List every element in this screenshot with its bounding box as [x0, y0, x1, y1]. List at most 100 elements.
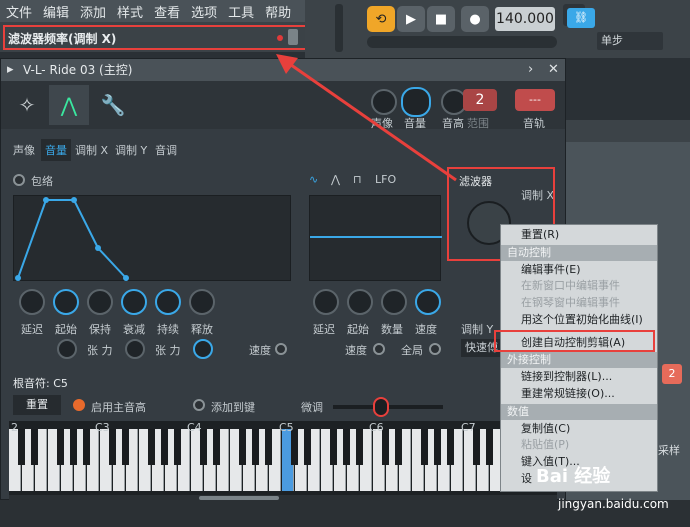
wrench-tab-icon[interactable]: 🔧 [93, 85, 133, 125]
black-key[interactable] [291, 429, 298, 465]
menu-edit-events[interactable]: 编辑事件(E) [501, 262, 657, 279]
black-key[interactable] [252, 429, 259, 465]
tension1-knob[interactable] [57, 339, 77, 359]
env-hold-label: 保持 [89, 323, 111, 336]
black-key[interactable] [239, 429, 246, 465]
env-attack-label: 起始 [55, 323, 77, 336]
black-key[interactable] [356, 429, 363, 465]
master-volume-slider[interactable] [335, 4, 343, 52]
menu-add[interactable]: 添加 [80, 2, 106, 21]
env-release-knob[interactable] [189, 289, 215, 315]
black-key[interactable] [382, 429, 389, 465]
subtab-volume[interactable]: 音量 [41, 139, 71, 161]
play-button[interactable]: ▶ [397, 6, 425, 32]
black-key[interactable] [330, 429, 337, 465]
black-key[interactable] [213, 429, 220, 465]
black-key[interactable] [343, 429, 350, 465]
track-display[interactable]: --- [515, 89, 555, 111]
menu-edit[interactable]: 编辑 [43, 2, 69, 21]
lfo-speed2-label: 速度 [345, 344, 367, 357]
lfo-delay-knob[interactable] [313, 289, 339, 315]
stop-button[interactable]: ■ [427, 6, 455, 32]
black-key[interactable] [18, 429, 25, 465]
piano-keyboard[interactable]: 2 C3 C4 C5 C6 C7 [9, 421, 557, 495]
finetune-handle[interactable] [373, 397, 389, 417]
black-key[interactable] [148, 429, 155, 465]
lfo-amount-knob[interactable] [381, 289, 407, 315]
black-key[interactable] [70, 429, 77, 465]
tension2-label: 张 力 [155, 344, 181, 357]
subtab-pitch[interactable]: 音调 [155, 142, 177, 158]
envelope-graph[interactable] [13, 195, 291, 281]
main-pitch-radio[interactable] [73, 399, 85, 411]
next-arrow-icon[interactable]: › [528, 59, 533, 81]
menu-copy-value[interactable]: 复制值(C) [501, 421, 657, 438]
octave-label-c3: C3 [95, 421, 110, 434]
black-key[interactable] [31, 429, 38, 465]
black-key[interactable] [447, 429, 454, 465]
black-key[interactable] [486, 429, 493, 465]
black-key[interactable] [109, 429, 116, 465]
lfo-amount-label: 数量 [381, 323, 403, 336]
menu-init-curve[interactable]: 用这个位置初始化曲线(I) [501, 312, 657, 329]
add-key-radio[interactable] [193, 399, 205, 411]
env-delay-label: 延迟 [21, 323, 43, 336]
envelope-label: 包络 [31, 175, 53, 188]
lfo-speed-knob[interactable] [415, 289, 441, 315]
menu-view[interactable]: 查看 [154, 2, 180, 21]
black-key[interactable] [122, 429, 129, 465]
menu-patterns[interactable]: 样式 [117, 2, 143, 21]
black-key[interactable] [304, 429, 311, 465]
black-key[interactable] [434, 429, 441, 465]
env-speed-radio[interactable] [275, 343, 287, 355]
black-key[interactable] [57, 429, 64, 465]
env-sustain-knob[interactable] [155, 289, 181, 315]
env-attack-knob[interactable] [53, 289, 79, 315]
tension1-label: 张 力 [87, 344, 113, 357]
subtab-pan[interactable]: 声像 [13, 142, 35, 158]
lfo-global-radio[interactable] [429, 343, 441, 355]
tension3-knob[interactable] [193, 339, 213, 359]
lfo-attack-knob[interactable] [347, 289, 373, 315]
black-key[interactable] [200, 429, 207, 465]
pattern-song-toggle[interactable]: ⟲ [367, 6, 395, 32]
snap-select[interactable]: 单步 [597, 32, 663, 50]
reset-button[interactable]: 重置 [13, 395, 61, 415]
octave-label-c7: C7 [461, 421, 476, 434]
subtab-mody[interactable]: 调制 Y [115, 142, 147, 158]
menu-help[interactable]: 帮助 [265, 2, 291, 21]
sample-label: 采样 [658, 444, 680, 457]
octave-label-2: 2 [11, 421, 18, 434]
envelope-enable-radio[interactable] [13, 174, 25, 186]
black-key[interactable] [265, 429, 272, 465]
envelope-tab-icon[interactable]: ⋀ [49, 85, 89, 125]
subtab-modx[interactable]: 调制 X [75, 142, 108, 158]
menu-rebuild-links[interactable]: 重建常规链接(O)... [501, 386, 657, 403]
record-button[interactable]: ● [461, 6, 489, 32]
env-hold-knob[interactable] [87, 289, 113, 315]
range-display[interactable]: 2 [463, 89, 497, 111]
song-position-slider[interactable] [367, 36, 557, 48]
black-key[interactable] [174, 429, 181, 465]
tempo-display[interactable]: 140.000 [495, 7, 555, 31]
env-decay-knob[interactable] [121, 289, 147, 315]
wave-tab-icon[interactable]: ✧ [7, 85, 47, 125]
menu-file[interactable]: 文件 [6, 2, 32, 21]
black-key[interactable] [421, 429, 428, 465]
link-icon[interactable]: ⛓ [567, 8, 595, 28]
menu-tools[interactable]: 工具 [228, 2, 254, 21]
lfo-graph[interactable] [309, 195, 442, 281]
lfo-speed-radio[interactable] [373, 343, 385, 355]
black-key[interactable] [473, 429, 480, 465]
menu-options[interactable]: 选项 [191, 2, 217, 21]
black-key[interactable] [83, 429, 90, 465]
black-key[interactable] [395, 429, 402, 465]
menu-link-controller[interactable]: 链接到控制器(L)... [501, 369, 657, 386]
tension2-knob[interactable] [125, 339, 145, 359]
black-key[interactable] [161, 429, 168, 465]
menu-reset[interactable]: 重置(R) [501, 227, 657, 244]
env-delay-knob[interactable] [19, 289, 45, 315]
close-icon[interactable]: ✕ [548, 59, 559, 81]
collapse-arrow-icon[interactable]: ▸ [7, 59, 14, 81]
env-sustain-label: 持续 [157, 323, 179, 336]
